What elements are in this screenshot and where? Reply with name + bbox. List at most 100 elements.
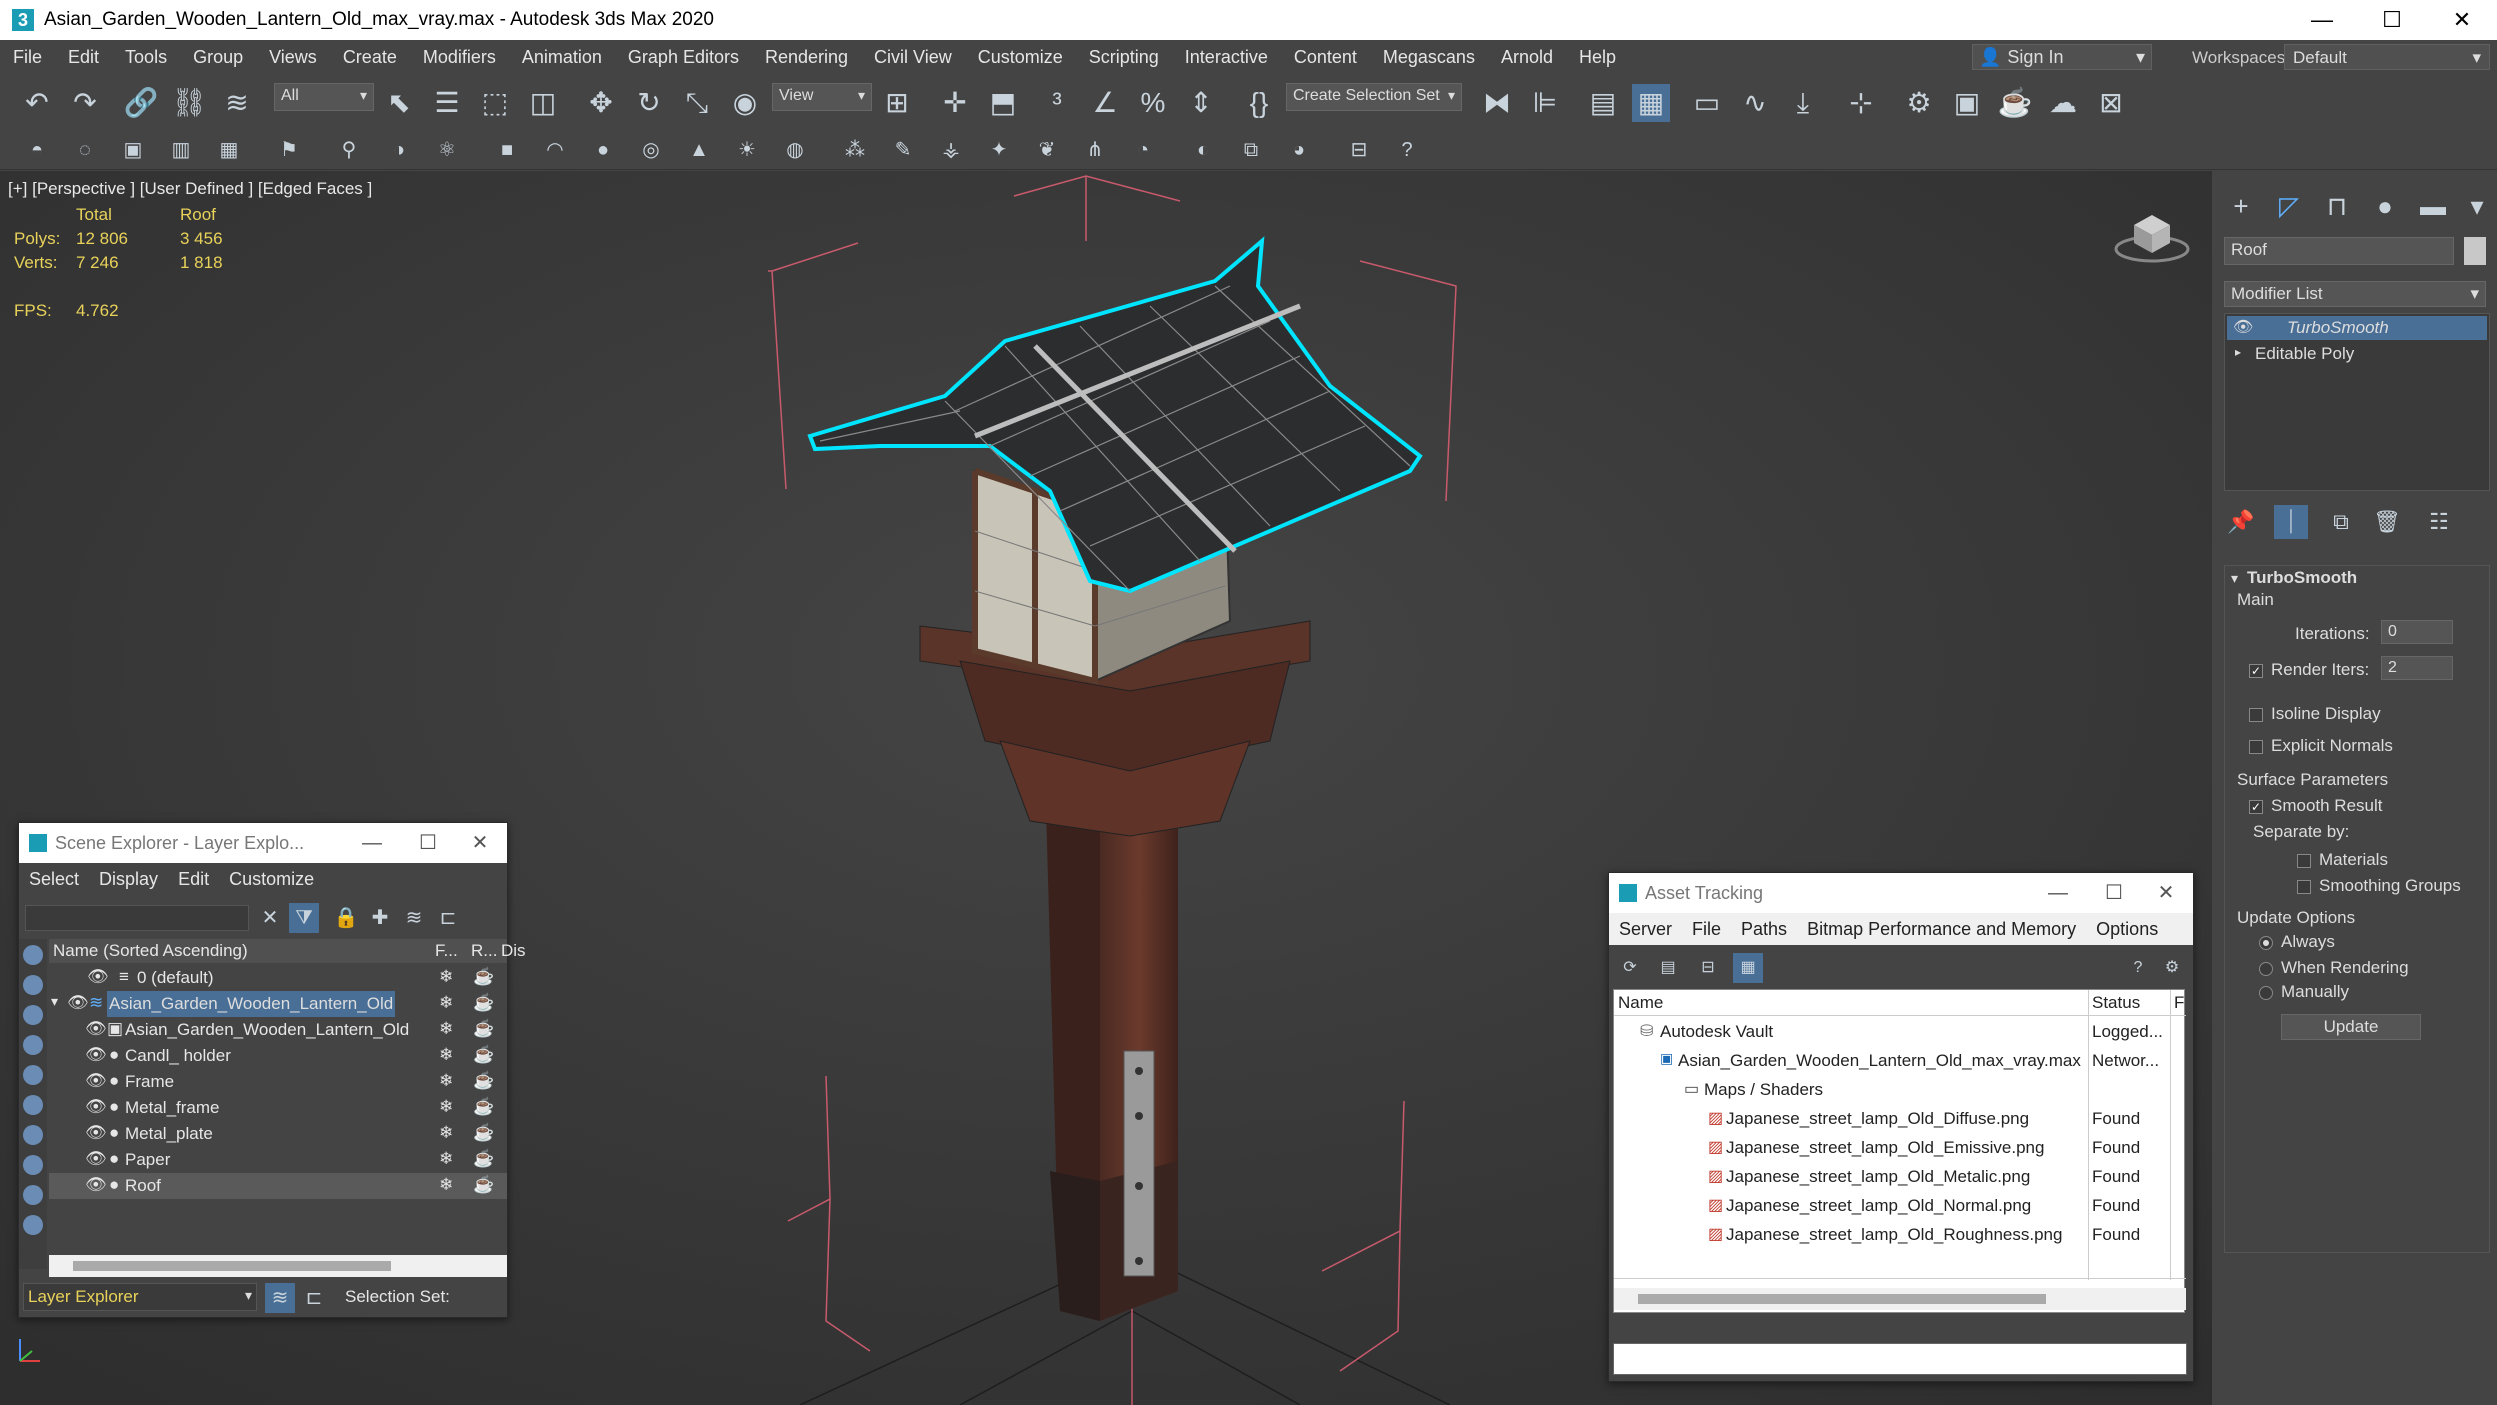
tree-row[interactable]: ▾ 👁 ≋ Asian_Garden_Wooden_Lantern_Old ❄ … xyxy=(49,991,507,1017)
cameras-filter-icon[interactable] xyxy=(23,1035,43,1055)
hair-icon[interactable]: ⋔ xyxy=(1080,135,1110,165)
iterations-spinner[interactable]: 0 xyxy=(2381,620,2453,644)
fur-icon[interactable]: ✎ xyxy=(888,135,918,165)
configure-modifier-sets-icon[interactable]: ☷ xyxy=(2422,505,2456,539)
manually-radio[interactable] xyxy=(2259,986,2273,1000)
visibility-eye-icon[interactable]: 👁 xyxy=(85,1123,107,1143)
visibility-eye-icon[interactable]: 👁 xyxy=(85,1097,107,1117)
refresh-icon[interactable]: ⟳ xyxy=(1615,953,1645,983)
menu-interactive[interactable]: Interactive xyxy=(1172,47,1281,68)
menu-select[interactable]: Select xyxy=(19,869,89,890)
render-teapot-icon[interactable]: ☕ xyxy=(473,1045,494,1065)
ball-icon[interactable]: ◍ xyxy=(780,135,810,165)
modifier-stack-item-editable-poly[interactable]: ▸ Editable Poly xyxy=(2227,342,2487,366)
freeze-icon[interactable]: ❄ xyxy=(439,993,453,1013)
menu-graph-editors[interactable]: Graph Editors xyxy=(615,47,752,68)
dome-icon[interactable]: ◠ xyxy=(540,135,570,165)
tree-row[interactable]: 👁 ● Candl_ holder ❄ ☕ xyxy=(49,1043,507,1069)
tree-row[interactable]: 👁 ● Metal_plate ❄ ☕ xyxy=(49,1121,507,1147)
list-view-icon[interactable]: ▤ xyxy=(1653,953,1683,983)
menu-edit[interactable]: Edit xyxy=(55,47,112,68)
menu-file[interactable]: File xyxy=(0,47,55,68)
bones-filter-icon[interactable] xyxy=(23,1185,43,1205)
freeze-icon[interactable]: ❄ xyxy=(439,967,453,987)
create-selection-set-dropdown[interactable]: Create Selection Set xyxy=(1286,83,1462,111)
freeze-icon[interactable]: ❄ xyxy=(439,1071,453,1091)
menu-paths[interactable]: Paths xyxy=(1731,919,1797,940)
freeze-icon[interactable]: ❄ xyxy=(439,1123,453,1143)
modify-tab-icon[interactable]: ◸ xyxy=(2272,189,2306,223)
asset-row[interactable]: ▨ Japanese_street_lamp_Old_Emissive.png … xyxy=(1614,1134,2186,1163)
render-teapot-icon[interactable]: ☕ xyxy=(473,1175,494,1195)
remove-modifier-icon[interactable]: 🗑 xyxy=(2370,505,2404,539)
explorer-type-dropdown[interactable]: Layer Explorer ▾ xyxy=(23,1283,257,1311)
plant-icon[interactable]: ❦ xyxy=(1032,135,1062,165)
visibility-eye-icon[interactable]: 👁 xyxy=(85,1071,107,1091)
render-teapot-icon[interactable]: ☕ xyxy=(473,1071,494,1091)
render-teapot-icon[interactable]: ☕ xyxy=(473,1123,494,1143)
menu-bitmap-performance[interactable]: Bitmap Performance and Memory xyxy=(1797,919,2086,940)
move-icon[interactable]: ✥ xyxy=(582,84,620,122)
material-ball-icon[interactable]: ◐ xyxy=(1188,135,1218,165)
rendered-frame-window-icon[interactable]: ▣ xyxy=(1948,84,1986,122)
visibility-eye-icon[interactable]: 👁 xyxy=(85,1149,107,1169)
menu-customize[interactable]: Customize xyxy=(965,47,1076,68)
camera-icon[interactable]: ⚲ xyxy=(334,135,364,165)
spacewarps-filter-icon[interactable] xyxy=(23,1095,43,1115)
box-icon[interactable]: ▣ xyxy=(118,135,148,165)
horizontal-scrollbar[interactable] xyxy=(49,1255,507,1277)
reference-coordinate-dropdown[interactable]: View xyxy=(772,83,872,111)
smooth-result-checkbox[interactable]: ✓ xyxy=(2249,800,2263,814)
window-crossing-icon[interactable]: ◫ xyxy=(524,84,562,122)
cylinder-icon[interactable]: ▥ xyxy=(166,135,196,165)
show-end-result-icon[interactable]: ⏐ xyxy=(2274,505,2308,539)
teapot-icon[interactable]: ◓ xyxy=(22,135,52,165)
torus-icon[interactable]: ◎ xyxy=(636,135,666,165)
display-tab-icon[interactable]: ▬ xyxy=(2416,189,2450,223)
helpers-filter-icon[interactable] xyxy=(23,1065,43,1085)
create-tab-icon[interactable]: + xyxy=(2224,189,2258,223)
material-editor-icon[interactable]: ⊹ xyxy=(1842,84,1880,122)
sphere-icon[interactable]: ● xyxy=(588,135,618,165)
minimize-button[interactable]: — xyxy=(2035,873,2081,913)
minimize-button[interactable]: — xyxy=(2287,0,2357,40)
freeze-icon[interactable]: ❄ xyxy=(439,1019,453,1039)
explicit-normals-checkbox[interactable] xyxy=(2249,740,2263,754)
freeze-icon[interactable]: ❄ xyxy=(439,1149,453,1169)
menu-animation[interactable]: Animation xyxy=(509,47,615,68)
curve-editor-icon[interactable]: ∿ xyxy=(1736,84,1774,122)
always-radio[interactable] xyxy=(2259,936,2273,950)
place-icon[interactable]: ◉ xyxy=(726,84,764,122)
tree-row[interactable]: 👁 ▣ Asian_Garden_Wooden_Lantern_Old ❄ ☕ xyxy=(49,1017,507,1043)
viewcube-icon[interactable] xyxy=(2112,201,2192,271)
menu-create[interactable]: Create xyxy=(330,47,410,68)
scale-icon[interactable]: ⤡ xyxy=(678,84,716,122)
menu-group[interactable]: Group xyxy=(180,47,256,68)
render-teapot-icon[interactable]: ☕ xyxy=(473,1019,494,1039)
keyboard-shortcut-override-icon[interactable]: ⬒ xyxy=(984,84,1022,122)
scrollbar-thumb[interactable] xyxy=(73,1261,391,1271)
menu-scripting[interactable]: Scripting xyxy=(1076,47,1172,68)
render-iters-checkbox[interactable]: ✓ xyxy=(2249,664,2263,678)
visibility-eye-icon[interactable]: 👁 xyxy=(85,1175,107,1195)
freeze-icon[interactable]: ❄ xyxy=(439,1175,453,1195)
scrollbar-thumb[interactable] xyxy=(1638,1294,2046,1304)
grid-icon[interactable]: ▦ xyxy=(214,135,244,165)
collapse-arrow-icon[interactable]: ▾ xyxy=(51,993,58,1010)
menu-edit[interactable]: Edit xyxy=(168,869,219,890)
menu-views[interactable]: Views xyxy=(256,47,330,68)
containers-filter-icon[interactable] xyxy=(23,1215,43,1235)
pin-stack-icon[interactable]: 📌 xyxy=(2224,505,2258,539)
mirror-icon[interactable]: ⧓ xyxy=(1478,84,1516,122)
modifier-list-dropdown[interactable]: Modifier List ▾ xyxy=(2224,281,2486,307)
close-button[interactable]: ✕ xyxy=(2427,0,2497,40)
column-frozen-header[interactable]: F... xyxy=(435,941,458,961)
modifier-stack-item-turbosmooth[interactable]: 👁 TurboSmooth xyxy=(2227,316,2487,340)
edit-named-selection-icon[interactable]: {} xyxy=(1240,84,1278,122)
angle-snap-icon[interactable]: ∠ xyxy=(1086,84,1124,122)
toggle-layer-explorer-icon[interactable]: ▦ xyxy=(1632,84,1670,122)
toggle-scene-explorer-icon[interactable]: ▤ xyxy=(1584,84,1622,122)
scene-search-input[interactable] xyxy=(25,905,249,931)
menu-civil-view[interactable]: Civil View xyxy=(861,47,965,68)
visibility-eye-icon[interactable]: 👁 xyxy=(85,1045,107,1065)
